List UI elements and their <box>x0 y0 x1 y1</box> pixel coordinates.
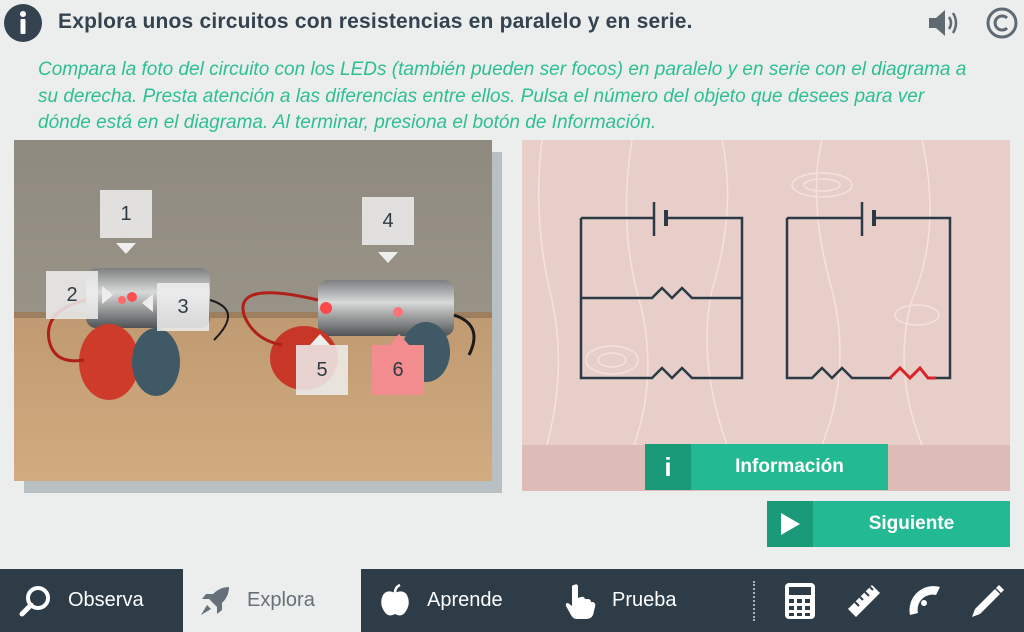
nav-explora[interactable]: Explora <box>183 569 361 632</box>
photo-marker-5[interactable]: 5 <box>296 345 348 395</box>
nav-prueba-label: Prueba <box>612 589 677 611</box>
apple-icon <box>375 581 415 621</box>
speaker-icon[interactable] <box>926 6 962 40</box>
nav-aprende-label: Aprende <box>427 589 503 611</box>
copyright-icon[interactable] <box>984 5 1020 41</box>
bottom-nav: Observa Explora Aprende Prueba <box>0 569 1024 632</box>
play-icon <box>767 501 813 547</box>
nav-prueba[interactable]: Prueba <box>560 569 730 632</box>
marker-4-pointer <box>378 252 398 263</box>
ruler-icon[interactable] <box>843 580 885 622</box>
marker-6-pointer <box>389 334 409 345</box>
circuit-diagram <box>522 140 1010 491</box>
marker-3-pointer <box>142 294 153 312</box>
photo-marker-4[interactable]: 4 <box>362 197 414 245</box>
info-icon[interactable] <box>4 4 42 42</box>
marker-5-pointer <box>310 334 330 345</box>
pencil-icon[interactable] <box>966 580 1008 622</box>
photo-marker-1[interactable]: 1 <box>100 190 152 238</box>
protractor-icon[interactable] <box>905 580 947 622</box>
page-title: Explora unos circuitos con resistencias … <box>58 10 693 33</box>
photo-marker-3[interactable]: 3 <box>157 283 209 331</box>
info-button-icon: i <box>645 444 691 490</box>
calculator-icon[interactable] <box>779 580 821 622</box>
nav-observa-label: Observa <box>68 589 144 611</box>
info-button-label: Información <box>735 456 844 477</box>
marker-1-pointer <box>116 243 136 254</box>
photo-marker-2[interactable]: 2 <box>46 271 98 319</box>
info-button[interactable]: i Información <box>645 444 888 490</box>
circuit-photo: 1 2 3 4 5 6 <box>14 140 492 481</box>
nav-explora-label: Explora <box>247 589 315 611</box>
next-button[interactable]: Siguiente <box>767 501 1010 547</box>
nav-observa[interactable]: Observa <box>0 569 183 632</box>
next-button-label: Siguiente <box>868 513 955 534</box>
header: Explora unos circuitos con resistencias … <box>0 0 1024 46</box>
nav-divider <box>753 581 755 621</box>
magnifier-icon <box>16 581 56 621</box>
rocket-icon <box>195 581 235 621</box>
instructions-text: Compara la foto del circuito con los LED… <box>38 59 967 133</box>
nav-aprende[interactable]: Aprende <box>375 569 545 632</box>
hand-pointer-icon <box>560 581 600 621</box>
circuit-diagram-drawing <box>522 140 1010 491</box>
photo-marker-6[interactable]: 6 <box>372 345 424 395</box>
marker-2-pointer <box>102 286 113 304</box>
